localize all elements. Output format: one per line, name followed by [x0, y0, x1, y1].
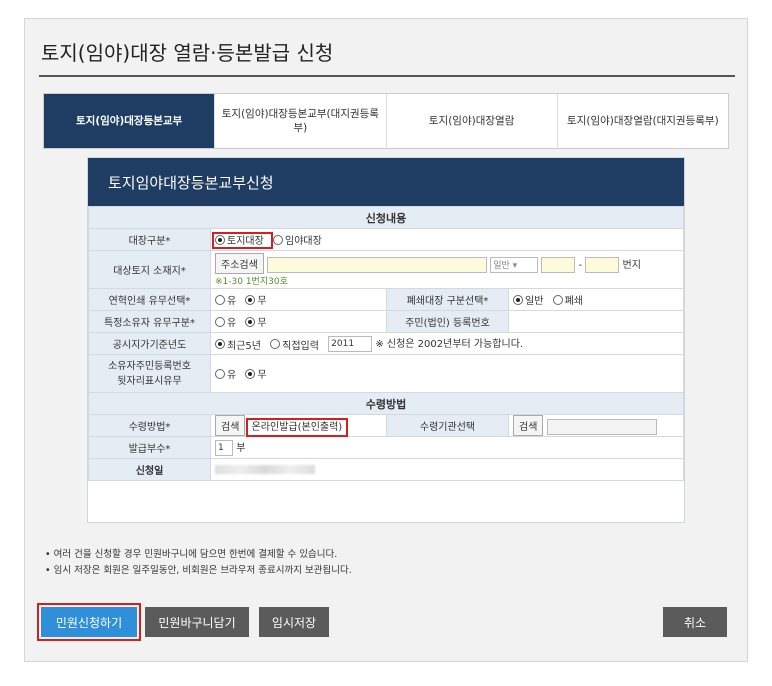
year-input[interactable]: 2011: [328, 336, 373, 352]
specific-owner-label: 특정소유자 유무구분*: [88, 310, 211, 333]
direct-input-radio[interactable]: [270, 339, 281, 349]
history-no-radio[interactable]: [245, 294, 256, 305]
copies-input[interactable]: 1: [215, 440, 233, 456]
lot-sub-number-input[interactable]: [585, 256, 620, 273]
land-ledger-radio[interactable]: [215, 234, 225, 245]
cancel-button[interactable]: 취소: [663, 607, 727, 637]
receive-method-search-button[interactable]: 검색: [215, 415, 246, 436]
id-suffix-label: 소유자주민등록번호 뒷자리표시유무: [88, 354, 211, 393]
owner-yes-radio[interactable]: [215, 316, 225, 327]
copies-unit: 부: [236, 443, 246, 454]
owner-no-radio[interactable]: [245, 316, 256, 327]
resident-number-label: 주민(법인) 등록번호: [386, 310, 509, 333]
note-basket: • 여러 건을 신청할 경우 민원바구니에 담으면 한번에 결제할 수 있습니다…: [45, 549, 338, 560]
section-title-application: 신청내용: [88, 206, 684, 229]
main-frame: 토지(임야)대장 열람·등본발급 신청 토지(임야)대장등본교부 토지(임야)대…: [24, 18, 748, 662]
price-year-label: 공시지가기준년도: [88, 332, 211, 355]
resident-number-field[interactable]: [508, 310, 684, 333]
note-temp-save: • 임시 저장은 회원은 일주일동안, 비회원은 브라우저 종료시까지 보관됩니…: [45, 565, 352, 577]
copies-label: 발급부수*: [88, 436, 211, 459]
page-title: 토지(임야)대장 열람·등본발급 신청: [41, 41, 334, 65]
location-label: 대상토지 소재지*: [88, 250, 211, 289]
receive-method-value: 온라인발급(본인출력): [245, 418, 349, 437]
receive-agency-label: 수령기관선택: [386, 414, 509, 437]
lot-suffix-label: 번지: [622, 259, 641, 271]
history-print-label: 연혁인쇄 유무선택*: [88, 288, 211, 311]
section-title-receive: 수령방법: [88, 392, 684, 415]
id-suffix-yes-radio[interactable]: [215, 368, 225, 379]
forest-ledger-radio[interactable]: [273, 234, 283, 245]
lot-main-number-input[interactable]: [541, 256, 576, 273]
closed-closed-radio[interactable]: [552, 294, 563, 305]
history-yes-radio[interactable]: [215, 294, 225, 305]
lot-type-select[interactable]: 일반 ▾: [490, 256, 539, 273]
recent-5-years-radio[interactable]: [215, 339, 225, 349]
apply-button[interactable]: 민원신청하기: [37, 603, 141, 641]
panel-title: 토지임야대장등본교부신청: [88, 158, 684, 206]
apply-date-value-redacted: [215, 464, 315, 474]
agency-input[interactable]: [546, 419, 657, 435]
price-year-note: ※ 신청은 2002년부터 가능합니다.: [375, 339, 524, 350]
tab-view-site-rights[interactable]: 토지(임야)대장열람(대지권등록부): [556, 94, 728, 148]
address-input[interactable]: [267, 256, 487, 273]
closed-normal-radio[interactable]: [513, 294, 523, 305]
title-divider: [39, 75, 735, 77]
add-to-basket-button[interactable]: 민원바구니담기: [145, 607, 249, 637]
tab-bar: 토지(임야)대장등본교부 토지(임야)대장등본교부(대지권등록부) 토지(임야)…: [43, 93, 729, 149]
temp-save-button[interactable]: 임시저장: [259, 607, 329, 637]
land-ledger-option[interactable]: 토지대장: [212, 231, 273, 249]
application-form: 신청내용 대장구분* 토지대장 임야대장 대상토지 소재지* 주소검색 일반 ▾…: [88, 206, 684, 481]
agency-search-button[interactable]: 검색: [513, 415, 544, 436]
location-hint: ※1-30 1번지30호: [215, 276, 288, 287]
closed-ledger-label: 폐쇄대장 구분선택*: [386, 288, 509, 311]
forest-ledger-label: 임야대장: [285, 236, 322, 247]
tab-certified-copy-site-rights[interactable]: 토지(임야)대장등본교부(대지권등록부): [214, 94, 385, 148]
tab-certified-copy[interactable]: 토지(임야)대장등본교부: [44, 94, 215, 148]
notes: • 여러 건을 신청할 경우 민원바구니에 담으면 한번에 결제할 수 있습니다…: [45, 547, 352, 579]
apply-date-label: 신청일: [88, 458, 211, 481]
application-panel: 토지임야대장등본교부신청 신청내용 대장구분* 토지대장 임야대장 대상토지 소…: [87, 157, 685, 523]
ledger-type-label: 대장구분*: [88, 228, 211, 251]
receive-method-label: 수령방법*: [88, 414, 211, 437]
address-search-button[interactable]: 주소검색: [215, 252, 264, 274]
tab-view[interactable]: 토지(임야)대장열람: [385, 94, 557, 148]
id-suffix-no-radio[interactable]: [245, 368, 256, 379]
